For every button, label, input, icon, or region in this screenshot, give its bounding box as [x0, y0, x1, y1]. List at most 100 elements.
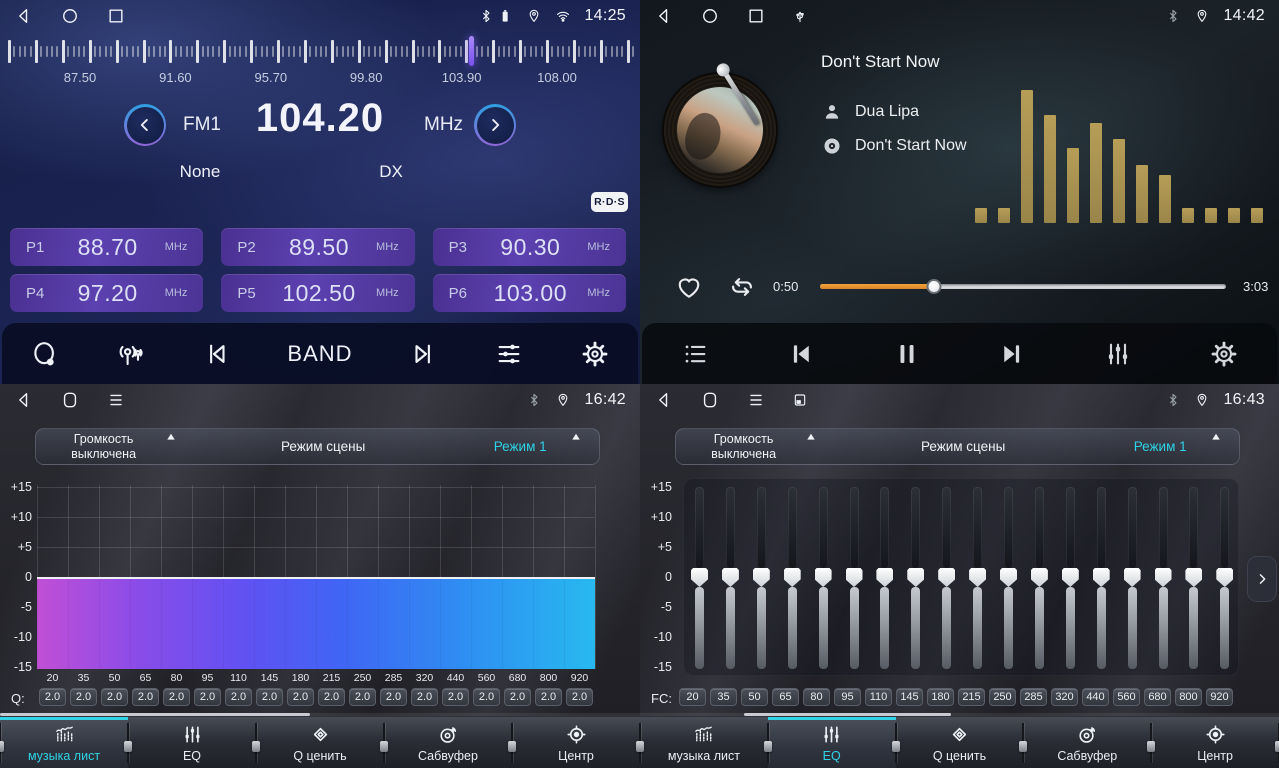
slider-thumb[interactable] — [1155, 568, 1172, 587]
menu-icon[interactable] — [106, 390, 126, 410]
scene-expand-arrow[interactable] — [1209, 429, 1224, 444]
preset-button[interactable]: P5102.50MHz — [221, 274, 414, 312]
q-value-button[interactable]: 2.0 — [101, 688, 128, 706]
q-value-button[interactable]: 2.0 — [566, 688, 593, 706]
band-gain-slider[interactable] — [1155, 487, 1172, 669]
seek-slider[interactable] — [820, 284, 1226, 289]
fc-value-button[interactable]: 920 — [1206, 688, 1233, 706]
band-gain-slider[interactable] — [938, 487, 955, 669]
tab-center[interactable]: Центр — [512, 717, 640, 768]
pause-icon[interactable] — [892, 339, 922, 369]
recents-square-icon[interactable] — [106, 6, 126, 26]
q-value-button[interactable]: 2.0 — [39, 688, 66, 706]
slider-thumb[interactable] — [1000, 568, 1017, 587]
home-circle-icon[interactable] — [60, 6, 80, 26]
scan-icon[interactable] — [30, 339, 60, 369]
slider-thumb[interactable] — [1124, 568, 1141, 587]
tab-music-list[interactable]: музыка лист — [0, 717, 128, 768]
q-value-button[interactable]: 2.0 — [163, 688, 190, 706]
slider-thumb[interactable] — [1062, 568, 1079, 587]
skip-next-filled-icon[interactable] — [997, 339, 1027, 369]
fc-value-button[interactable]: 180 — [927, 688, 954, 706]
volume-expand-arrow[interactable] — [804, 429, 819, 444]
back-icon[interactable] — [654, 390, 674, 410]
tab-diamond[interactable]: Q ценить — [896, 717, 1024, 768]
slider-thumb[interactable] — [969, 568, 986, 587]
q-value-button[interactable]: 2.0 — [349, 688, 376, 706]
band-gain-slider[interactable] — [1031, 487, 1048, 669]
band-gain-slider[interactable] — [753, 487, 770, 669]
tab-eq-vertical[interactable]: EQ — [128, 717, 256, 768]
skip-prev-outline-icon[interactable] — [202, 339, 232, 369]
slider-thumb[interactable] — [938, 568, 955, 587]
fc-value-button[interactable]: 20 — [679, 688, 706, 706]
playlist-icon[interactable] — [680, 339, 710, 369]
q-value-button[interactable]: 2.0 — [442, 688, 469, 706]
tab-music-list[interactable]: музыка лист — [640, 717, 768, 768]
tab-eq-vertical[interactable]: EQ — [768, 717, 896, 768]
band-gain-slider[interactable] — [691, 487, 708, 669]
eq-response-plot[interactable] — [37, 481, 595, 669]
fc-value-button[interactable]: 440 — [1082, 688, 1109, 706]
slider-thumb[interactable] — [1216, 568, 1233, 587]
fc-value-button[interactable]: 110 — [865, 688, 892, 706]
repeat-button[interactable] — [726, 272, 758, 302]
fc-value-button[interactable]: 285 — [1020, 688, 1047, 706]
eq-vertical-icon[interactable] — [1103, 339, 1133, 369]
skip-next-outline-icon[interactable] — [408, 339, 438, 369]
fc-value-button[interactable]: 320 — [1051, 688, 1078, 706]
q-value-button[interactable]: 2.0 — [380, 688, 407, 706]
back-icon[interactable] — [14, 390, 34, 410]
slider-thumb[interactable] — [722, 568, 739, 587]
fc-value-button[interactable]: 250 — [989, 688, 1016, 706]
fc-value-button[interactable]: 800 — [1175, 688, 1202, 706]
preset-button[interactable]: P6103.00MHz — [433, 274, 626, 312]
tab-diamond[interactable]: Q ценить — [256, 717, 384, 768]
fc-value-button[interactable]: 80 — [803, 688, 830, 706]
scene-mode-value[interactable]: Режим 1 — [494, 429, 547, 464]
settings-icon[interactable] — [1209, 339, 1239, 369]
volume-expand-arrow[interactable] — [164, 429, 179, 444]
preset-button[interactable]: P289.50MHz — [221, 228, 414, 266]
band-gain-slider[interactable] — [1185, 487, 1202, 669]
fc-value-button[interactable]: 50 — [741, 688, 768, 706]
q-value-button[interactable]: 2.0 — [287, 688, 314, 706]
band-gain-slider[interactable] — [1216, 487, 1233, 669]
fc-value-button[interactable]: 35 — [710, 688, 737, 706]
slider-thumb[interactable] — [1185, 568, 1202, 587]
band-button[interactable]: BAND — [287, 341, 352, 367]
menu-icon[interactable] — [746, 390, 766, 410]
home-circle-icon[interactable] — [700, 6, 720, 26]
band-gain-slider[interactable] — [1124, 487, 1141, 669]
slider-thumb[interactable] — [1093, 568, 1110, 587]
equalizer-h-icon[interactable] — [494, 339, 524, 369]
back-icon[interactable] — [14, 6, 34, 26]
slider-thumb[interactable] — [876, 568, 893, 587]
tuning-dial[interactable]: 87.5091.6095.7099.80103.90108.00 — [0, 34, 640, 80]
broadcast-icon[interactable] — [116, 339, 146, 369]
slider-thumb[interactable] — [753, 568, 770, 587]
band-gain-slider[interactable] — [1093, 487, 1110, 669]
q-value-button[interactable]: 2.0 — [70, 688, 97, 706]
band-gain-slider[interactable] — [876, 487, 893, 669]
band-gain-slider[interactable] — [784, 487, 801, 669]
tab-subwoofer[interactable]: Сабвуфер — [1023, 717, 1151, 768]
band-gain-slider[interactable] — [815, 487, 832, 669]
band-gain-slider[interactable] — [846, 487, 863, 669]
slider-thumb[interactable] — [784, 568, 801, 587]
preset-button[interactable]: P497.20MHz — [10, 274, 203, 312]
fc-value-button[interactable]: 680 — [1144, 688, 1171, 706]
slider-thumb[interactable] — [1031, 568, 1048, 587]
tab-subwoofer[interactable]: Сабвуфер — [384, 717, 512, 768]
q-value-button[interactable]: 2.0 — [318, 688, 345, 706]
slider-thumb[interactable] — [815, 568, 832, 587]
fc-value-button[interactable]: 145 — [896, 688, 923, 706]
q-value-button[interactable]: 2.0 — [132, 688, 159, 706]
preset-button[interactable]: P188.70MHz — [10, 228, 203, 266]
band-gain-slider[interactable] — [722, 487, 739, 669]
home-squircle-icon[interactable] — [700, 390, 720, 410]
q-value-button[interactable]: 2.0 — [504, 688, 531, 706]
back-icon[interactable] — [654, 6, 674, 26]
preset-button[interactable]: P390.30MHz — [433, 228, 626, 266]
settings-icon[interactable] — [580, 339, 610, 369]
